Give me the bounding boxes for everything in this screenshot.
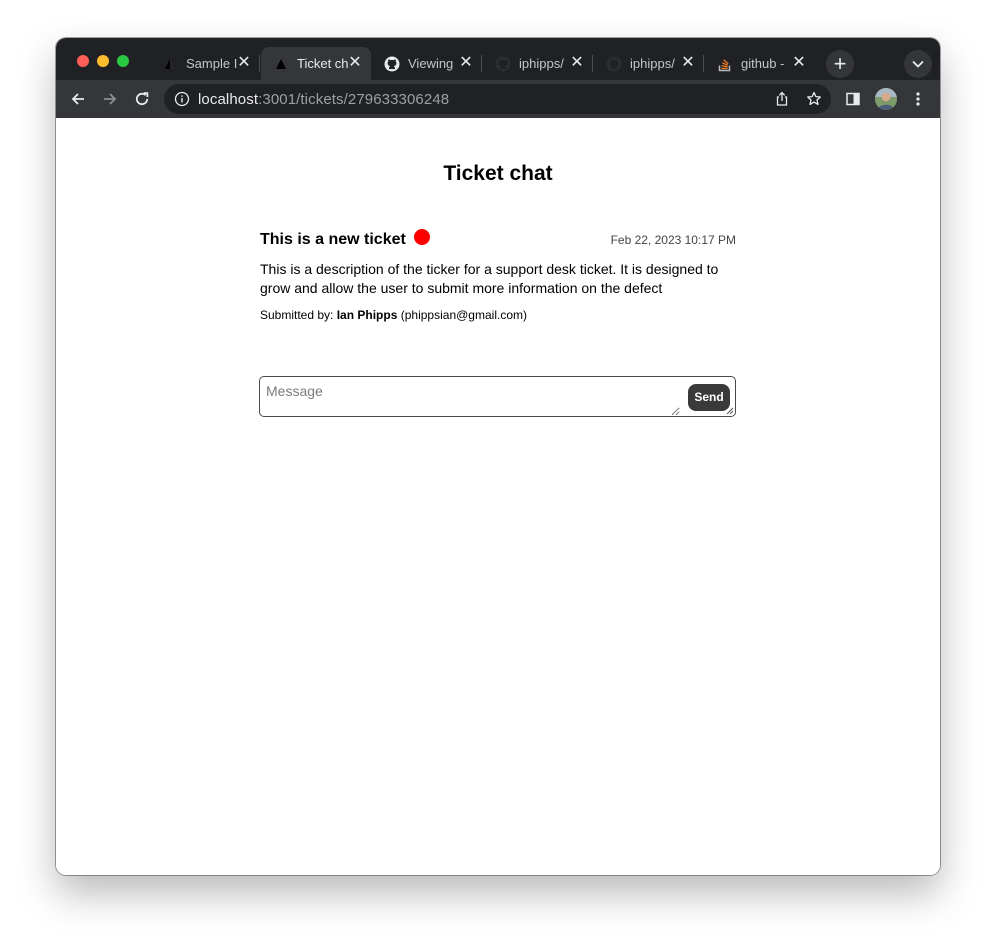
github-icon — [384, 56, 400, 72]
maximize-window-button[interactable] — [117, 55, 129, 67]
submitter-name: Ian Phipps — [336, 308, 398, 322]
tab-github-stackoverflow[interactable]: github - ✕ — [705, 47, 815, 80]
more-vert-icon — [916, 92, 920, 106]
tab-title: iphipps/ — [519, 56, 564, 71]
vercel-triangle-icon — [162, 56, 178, 72]
close-tab-icon[interactable]: ✕ — [791, 55, 807, 71]
tab-title: Viewing — [408, 56, 454, 71]
tab-title: Ticket ch — [297, 56, 349, 71]
side-panel-button[interactable] — [844, 90, 862, 108]
tab-ticket-chat[interactable]: Ticket ch ✕ — [261, 47, 371, 80]
close-tab-icon[interactable]: ✕ — [458, 55, 474, 71]
url-text: localhost:3001/tickets/279633306248 — [198, 91, 449, 108]
reload-icon — [135, 92, 149, 106]
close-tab-icon[interactable]: ✕ — [347, 55, 363, 71]
chevron-down-icon — [912, 60, 924, 68]
arrow-left-icon — [71, 93, 84, 105]
url-host: localhost — [198, 91, 259, 108]
address-bar[interactable]: localhost:3001/tickets/279633306248 — [164, 84, 831, 114]
tab-viewing[interactable]: Viewing ✕ — [372, 47, 482, 80]
page-title: Ticket chat — [443, 162, 553, 185]
resize-handle-icon[interactable] — [726, 407, 734, 415]
browser-window: Sample I ✕ Ticket ch ✕ Viewing ✕ iphipps… — [56, 38, 940, 875]
minimize-window-button[interactable] — [97, 55, 109, 67]
arrow-right-icon — [104, 93, 117, 105]
github-icon — [606, 56, 622, 72]
github-icon — [495, 56, 511, 72]
tab-sample[interactable]: Sample I ✕ — [150, 47, 260, 80]
share-icon[interactable] — [774, 91, 790, 107]
send-button[interactable]: Send — [688, 384, 730, 411]
tab-iphipps-2[interactable]: iphipps/ ✕ — [594, 47, 704, 80]
star-icon[interactable] — [806, 91, 822, 107]
side-panel-icon — [846, 92, 860, 106]
page-content: Ticket chat This is a new ticket Feb 22,… — [56, 118, 940, 875]
vercel-triangle-icon — [273, 56, 289, 72]
tab-iphipps-1[interactable]: iphipps/ ✕ — [483, 47, 593, 80]
back-button[interactable] — [68, 89, 88, 109]
menu-button[interactable] — [909, 90, 927, 108]
forward-button[interactable] — [100, 89, 120, 109]
message-input[interactable] — [260, 377, 680, 416]
status-indicator — [414, 229, 430, 245]
tab-strip: Sample I ✕ Ticket ch ✕ Viewing ✕ iphipps… — [56, 38, 940, 80]
submitted-by: Submitted by: Ian Phipps (phippsian@gmai… — [260, 308, 527, 322]
reload-button[interactable] — [132, 89, 152, 109]
close-tab-icon[interactable]: ✕ — [680, 55, 696, 71]
tab-search-button[interactable] — [904, 50, 932, 78]
tab-title: iphipps/ — [630, 56, 675, 71]
ticket-date: Feb 22, 2023 10:17 PM — [610, 233, 736, 247]
tab-title: Sample I — [186, 56, 238, 71]
ticket-description: This is a description of the ticker for … — [260, 261, 719, 296]
stackoverflow-icon — [717, 56, 733, 72]
ticket-title: This is a new ticket — [260, 231, 406, 248]
close-tab-icon[interactable]: ✕ — [236, 55, 252, 71]
tab-title: github - — [741, 56, 785, 71]
info-icon[interactable] — [174, 91, 190, 107]
url-path: :3001/tickets/279633306248 — [258, 91, 450, 108]
profile-avatar[interactable] — [875, 88, 897, 110]
submitter-email: (phippsian@gmail.com) — [400, 308, 527, 322]
close-tab-icon[interactable]: ✕ — [569, 55, 585, 71]
message-composer: Send — [259, 376, 736, 417]
close-window-button[interactable] — [77, 55, 89, 67]
browser-toolbar: localhost:3001/tickets/279633306248 — [56, 80, 940, 118]
new-tab-button[interactable]: + — [826, 50, 854, 78]
submitted-label: Submitted by: — [260, 308, 334, 322]
